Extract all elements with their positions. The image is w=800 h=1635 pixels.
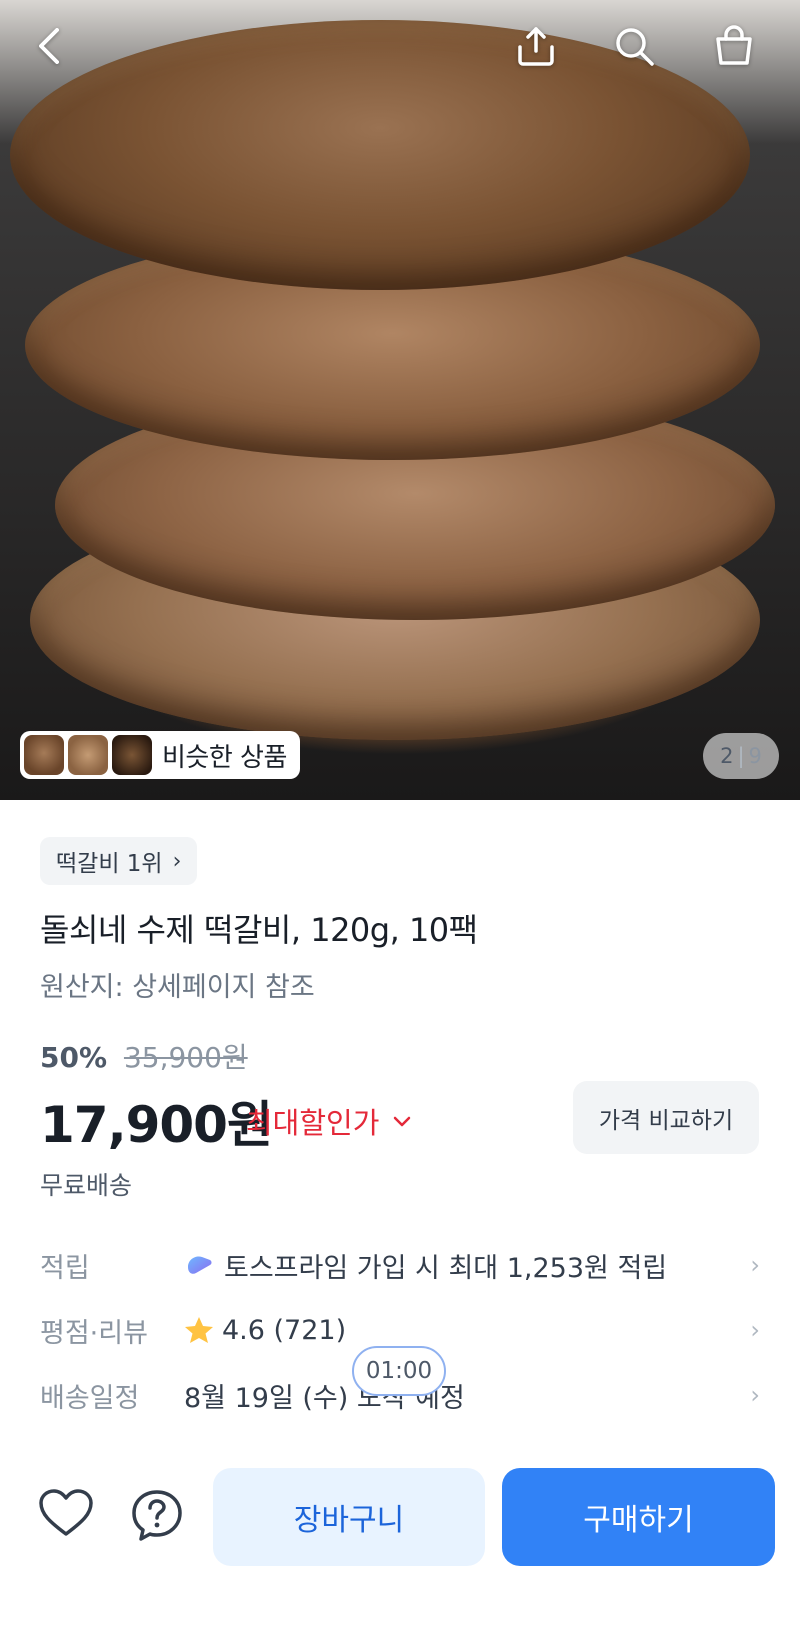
info-key: 배송일정 — [40, 1382, 140, 1414]
product-image[interactable]: 비슷한 상품 2 | 9 — [0, 0, 800, 800]
info-value: 8월 19일 (수) 도착 예정 — [184, 1376, 730, 1415]
image-counter-total: 9 — [748, 744, 762, 768]
sale-price: 17,900원 — [40, 1096, 273, 1154]
question-icon[interactable] — [130, 1488, 184, 1546]
timer-badge: 01:00 — [352, 1346, 446, 1396]
search-icon[interactable] — [610, 22, 658, 70]
rating-text: 4.6 (721) — [222, 1314, 347, 1346]
points-text: 토스프라임 가입 시 최대 1,253원 적립 — [224, 1252, 668, 1284]
discount-row: 50% 35,900원 — [40, 1036, 248, 1076]
rank-chip[interactable]: 떡갈비 1위 › — [40, 837, 198, 885]
image-counter: 2 | 9 — [703, 733, 779, 779]
similar-thumbnail — [24, 735, 64, 775]
discount-rate: 50% — [40, 1041, 108, 1074]
chevron-right-icon: › — [750, 1251, 760, 1279]
chevron-down-icon — [393, 1109, 411, 1133]
info-value: 4.6 (721) — [184, 1315, 730, 1346]
toss-prime-icon — [188, 1256, 212, 1274]
best-discount-label: 최대할인가 — [246, 1106, 380, 1140]
similar-thumbnail — [68, 735, 108, 775]
info-key: 평점·리뷰 — [40, 1317, 148, 1349]
heart-icon[interactable] — [38, 1488, 94, 1542]
share-icon[interactable] — [512, 22, 560, 70]
shipping-info: 무료배송 — [40, 1171, 133, 1200]
add-to-cart-button[interactable]: 장바구니 — [213, 1468, 485, 1566]
back-icon[interactable] — [26, 22, 74, 70]
rank-label: 떡갈비 1위 — [56, 851, 163, 877]
chevron-right-icon: › — [172, 848, 182, 874]
price-compare-button[interactable]: 가격 비교하기 — [573, 1081, 759, 1154]
shopping-bag-icon[interactable] — [710, 22, 758, 70]
info-key: 적립 — [40, 1252, 90, 1284]
info-value: 토스프라임 가입 시 최대 1,253원 적립 — [184, 1246, 730, 1285]
similar-thumbnail — [112, 735, 152, 775]
product-origin: 원산지: 상세페이지 참조 — [40, 972, 315, 1003]
best-discount-dropdown[interactable]: 최대할인가 — [246, 1100, 411, 1142]
chevron-right-icon: › — [750, 1381, 760, 1409]
buy-now-button[interactable]: 구매하기 — [502, 1468, 775, 1566]
star-icon — [185, 1317, 213, 1343]
info-row-points[interactable]: 적립 토스프라임 가입 시 최대 1,253원 적립 › — [40, 1240, 760, 1290]
original-price: 35,900원 — [123, 1041, 248, 1074]
similar-products-button[interactable]: 비슷한 상품 — [20, 731, 300, 779]
image-counter-current: 2 — [720, 744, 734, 768]
image-counter-separator: | — [737, 744, 745, 768]
chevron-right-icon: › — [750, 1316, 760, 1344]
product-title: 돌쇠네 수제 떡갈비, 120g, 10팩 — [40, 911, 478, 949]
similar-products-label: 비슷한 상품 — [162, 742, 287, 773]
